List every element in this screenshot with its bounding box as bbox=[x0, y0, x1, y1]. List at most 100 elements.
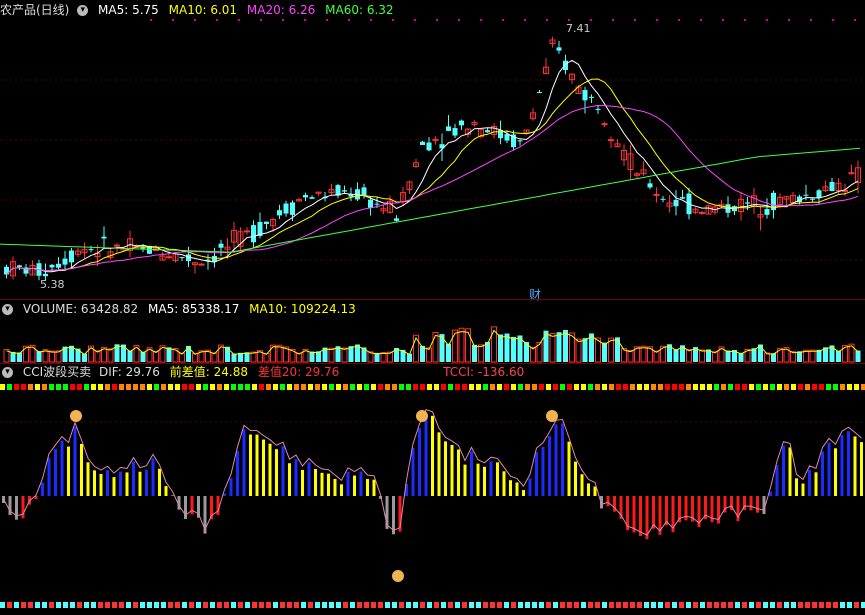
settings-gear-icon[interactable]: ▾ bbox=[2, 367, 13, 378]
candle-up bbox=[653, 193, 660, 196]
signal-strip-bottom bbox=[133, 602, 138, 608]
cci-bar bbox=[112, 477, 116, 496]
cci-bar bbox=[288, 463, 291, 496]
signal-strip-bottom bbox=[406, 602, 411, 608]
marker-dot bbox=[656, 19, 658, 21]
signal-strip-bottom bbox=[182, 602, 187, 608]
signal-strip-bottom bbox=[728, 602, 733, 608]
tcci-label: TCCI: -136.60 bbox=[443, 365, 525, 379]
signal-strip-bottom bbox=[0, 602, 5, 608]
signal-strip-top bbox=[441, 384, 446, 390]
signal-strip-bottom bbox=[791, 602, 796, 608]
signal-strip-bottom bbox=[154, 602, 159, 608]
marker-dot bbox=[744, 19, 746, 21]
signal-strip-bottom bbox=[700, 602, 705, 608]
signal-strip-top bbox=[798, 384, 803, 390]
signal-strip-bottom bbox=[854, 602, 859, 608]
volume-bar-down bbox=[563, 329, 568, 362]
cci-bar bbox=[262, 439, 265, 496]
marker-dot bbox=[480, 19, 482, 21]
signal-strip-top bbox=[861, 384, 865, 390]
signal-strip-top bbox=[476, 384, 481, 390]
signal-strip-bottom bbox=[847, 602, 852, 608]
ma5-line bbox=[6, 59, 859, 275]
cci-bar bbox=[652, 496, 655, 529]
marker-dot bbox=[634, 19, 636, 21]
signal-strip-bottom bbox=[546, 602, 551, 608]
marker-dot bbox=[436, 19, 438, 21]
cci-bar bbox=[99, 473, 103, 496]
signal-strip-top bbox=[77, 384, 82, 390]
cci-bar bbox=[574, 461, 577, 496]
volume-chart[interactable] bbox=[0, 314, 865, 364]
signal-strip-top bbox=[700, 384, 705, 390]
signal-strip-bottom bbox=[287, 602, 292, 608]
signal-strip-top bbox=[315, 384, 320, 390]
signal-strip-bottom bbox=[483, 602, 488, 608]
signal-strip-bottom bbox=[749, 602, 754, 608]
signal-strip-top bbox=[84, 384, 89, 390]
volume-bar-up bbox=[341, 347, 348, 363]
hand-pointer-icon bbox=[416, 410, 428, 422]
signal-strip-bottom bbox=[357, 602, 362, 608]
signal-strip-top bbox=[581, 384, 586, 390]
signal-strip-bottom bbox=[266, 602, 271, 608]
cci-bar bbox=[535, 452, 538, 496]
marker-dot bbox=[260, 19, 262, 21]
signal-strip-top bbox=[322, 384, 327, 390]
signal-strip-bottom bbox=[224, 602, 229, 608]
signal-strip-top bbox=[70, 384, 75, 390]
volume-bar-up bbox=[270, 344, 276, 363]
candle-up bbox=[848, 172, 855, 175]
cci-bar bbox=[502, 471, 506, 496]
candle-down bbox=[218, 243, 224, 248]
signal-strip-bottom bbox=[644, 602, 649, 608]
signal-strip-bottom bbox=[7, 602, 12, 608]
signal-strip-top bbox=[7, 384, 12, 390]
cci-bar bbox=[483, 466, 486, 496]
signal-strip-bottom bbox=[595, 602, 600, 608]
signal-strip-top bbox=[546, 384, 551, 390]
volume-bar-up bbox=[699, 349, 705, 363]
volume-bar-down bbox=[225, 346, 230, 362]
cci-bar bbox=[775, 465, 779, 496]
signal-strip-bottom bbox=[462, 602, 467, 608]
signal-strip-top bbox=[357, 384, 362, 390]
price-chart[interactable] bbox=[0, 0, 865, 300]
signal-strip-bottom bbox=[273, 602, 278, 608]
cci-bar bbox=[86, 462, 90, 496]
event-marker[interactable]: 财 bbox=[529, 286, 541, 303]
signal-strip-top bbox=[630, 384, 635, 390]
volume-bar-up bbox=[809, 349, 816, 363]
candle-down bbox=[62, 258, 68, 265]
candle-down bbox=[803, 194, 809, 196]
candle-down bbox=[446, 126, 451, 131]
cci-bar bbox=[509, 480, 512, 496]
cci-bar bbox=[294, 459, 298, 496]
signal-strip-bottom bbox=[497, 602, 502, 608]
signal-strip-bottom bbox=[252, 602, 257, 608]
marker-dot bbox=[788, 19, 790, 21]
marker-dot bbox=[216, 19, 218, 21]
signal-strip-bottom bbox=[189, 602, 194, 608]
marker-dot bbox=[304, 19, 306, 21]
signal-strip-bottom bbox=[532, 602, 537, 608]
candle-down bbox=[647, 183, 653, 188]
volume-bar-down bbox=[511, 336, 516, 362]
signal-strip-top bbox=[147, 384, 152, 390]
signal-strip-top bbox=[483, 384, 488, 390]
cci-indicator-chart[interactable] bbox=[0, 380, 865, 615]
cci-bar bbox=[580, 474, 584, 496]
signal-strip-bottom bbox=[70, 602, 75, 608]
signal-strip-bottom bbox=[91, 602, 96, 608]
volume-bar-up bbox=[107, 348, 114, 363]
candle-down bbox=[49, 264, 55, 268]
signal-strip-top bbox=[224, 384, 229, 390]
signal-strip-top bbox=[665, 384, 670, 390]
volume-bar-up bbox=[426, 347, 432, 363]
signal-strip-bottom bbox=[168, 602, 173, 608]
signal-strip-top bbox=[784, 384, 789, 390]
signal-strip-bottom bbox=[35, 602, 40, 608]
signal-strip-bottom bbox=[231, 602, 236, 608]
candle-down bbox=[660, 198, 666, 200]
